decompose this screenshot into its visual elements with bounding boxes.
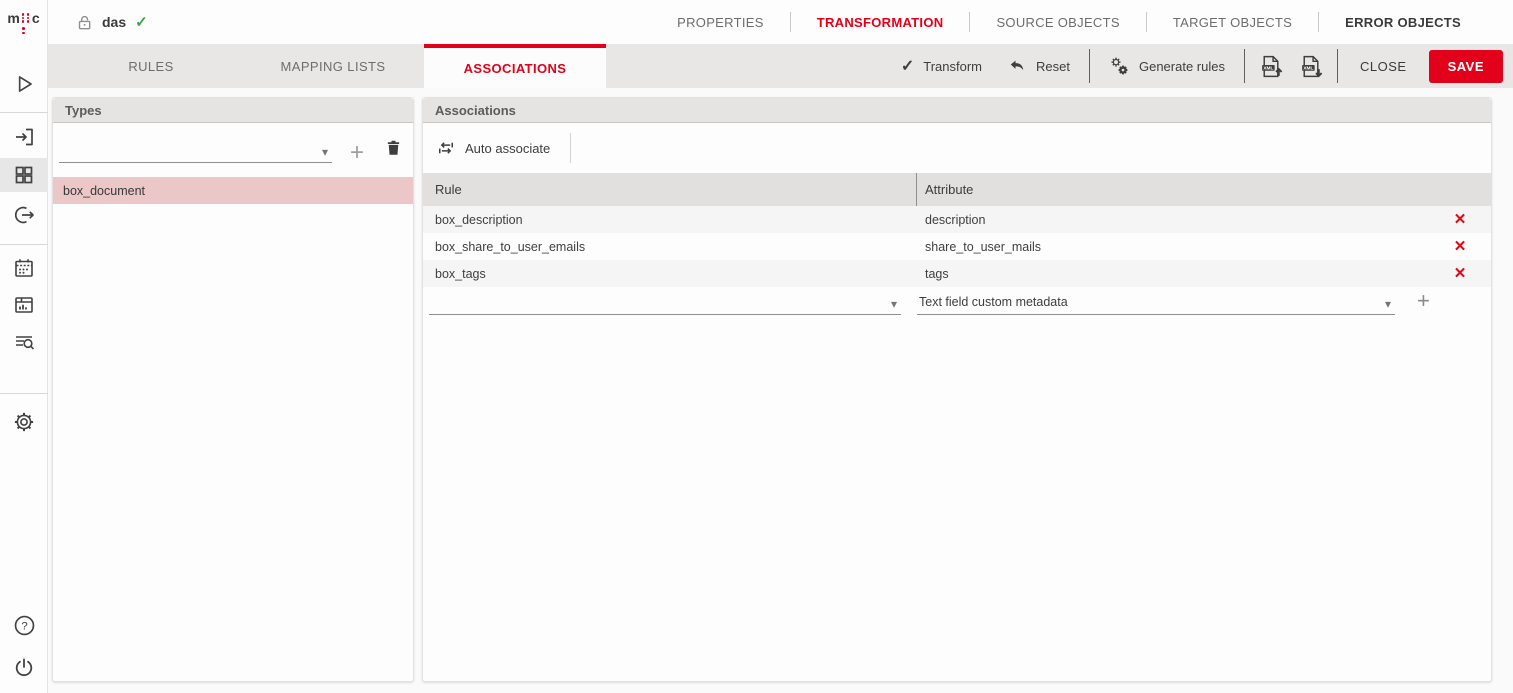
search-list-icon[interactable]: [0, 330, 48, 354]
auto-associate-button[interactable]: Auto associate: [436, 138, 550, 158]
scheduler-calendar-icon[interactable]: [0, 256, 48, 280]
reset-label: Reset: [1036, 59, 1070, 74]
new-association-row: ▾ Text field custom metadata ▾ +: [423, 289, 1491, 319]
import-icon[interactable]: [0, 125, 48, 149]
new-rule-select[interactable]: ▾: [429, 289, 901, 315]
power-logout-icon[interactable]: [0, 656, 48, 680]
dashboard-grid-icon[interactable]: [0, 163, 48, 187]
run-icon[interactable]: [0, 71, 48, 97]
import-xml-button[interactable]: XML: [1251, 44, 1291, 88]
main-nav: PROPERTIES TRANSFORMATION SOURCE OBJECTS…: [651, 12, 1513, 32]
logo-dots-icon: [22, 13, 30, 23]
nav-transformation[interactable]: TRANSFORMATION: [791, 15, 970, 30]
tab-associations[interactable]: ASSOCIATIONS: [424, 44, 606, 88]
delete-type-button[interactable]: [384, 138, 403, 163]
svg-text:?: ?: [21, 621, 27, 633]
sidebar-divider: [0, 112, 48, 113]
unlocked-icon: [76, 14, 93, 31]
tab-mapping-lists[interactable]: MAPPING LISTS: [242, 44, 424, 88]
attribute-cell: tags: [917, 267, 1429, 281]
nav-target-objects[interactable]: TARGET OBJECTS: [1147, 15, 1318, 30]
delete-association-button[interactable]: ✕: [1454, 212, 1467, 227]
svg-text:XML: XML: [1303, 65, 1313, 71]
rule-cell: box_tags: [423, 260, 917, 287]
types-controls: ▾ +: [53, 123, 413, 175]
nav-error-objects[interactable]: ERROR OBJECTS: [1319, 15, 1487, 30]
transform-button[interactable]: ✓ Transform: [888, 44, 995, 88]
auto-associate-label: Auto associate: [465, 141, 550, 156]
save-button[interactable]: SAVE: [1429, 50, 1503, 83]
logo-letter-c: c: [32, 10, 40, 26]
chevron-down-icon: ▾: [322, 145, 328, 159]
type-list-item[interactable]: box_document: [53, 177, 413, 204]
gears-icon: [1109, 56, 1130, 77]
association-row[interactable]: box_description description ✕: [423, 206, 1491, 233]
associations-panel-header: Associations: [423, 98, 1491, 123]
tab-rules[interactable]: RULES: [60, 44, 242, 88]
delete-association-button[interactable]: ✕: [1454, 266, 1467, 281]
new-attribute-select-value: Text field custom metadata: [919, 295, 1068, 309]
trash-icon: [384, 138, 403, 158]
attribute-cell: share_to_user_mails: [917, 240, 1429, 254]
topbar: das ✓ PROPERTIES TRANSFORMATION SOURCE O…: [48, 0, 1513, 44]
reset-button[interactable]: Reset: [995, 44, 1083, 88]
document-title-group: das ✓: [48, 13, 148, 31]
type-select[interactable]: ▾: [59, 137, 332, 163]
tabs: RULES MAPPING LISTS ASSOCIATIONS: [60, 44, 606, 88]
add-association-button[interactable]: +: [1417, 289, 1430, 313]
app-logo[interactable]: m c: [0, 0, 47, 44]
column-header-attribute[interactable]: Attribute: [917, 182, 1429, 197]
nav-properties[interactable]: PROPERTIES: [651, 15, 790, 30]
undo-arrow-icon: [1008, 57, 1027, 76]
sidebar: m c ?: [0, 0, 48, 693]
associations-panel: Associations Auto associate Rule Attribu…: [422, 97, 1492, 682]
export-icon[interactable]: [0, 203, 48, 227]
sidebar-divider: [0, 244, 48, 245]
associations-table-header: Rule Attribute: [423, 173, 1491, 206]
logo-letter-m: m: [7, 10, 19, 26]
chevron-down-icon: ▾: [1385, 297, 1391, 311]
help-icon[interactable]: ?: [0, 613, 48, 638]
logo-tail-dots-icon: [22, 27, 25, 34]
transform-label: Transform: [923, 59, 982, 74]
rule-cell: box_description: [423, 206, 917, 233]
association-row[interactable]: box_tags tags ✕: [423, 260, 1491, 287]
rule-cell: box_share_to_user_emails: [423, 233, 917, 260]
settings-gear-icon[interactable]: [0, 410, 48, 434]
types-panel-header: Types: [53, 98, 413, 123]
add-type-button[interactable]: +: [350, 143, 364, 163]
dashboard-report-icon[interactable]: [0, 293, 48, 317]
generate-rules-label: Generate rules: [1139, 59, 1225, 74]
subtoolbar-divider: [570, 133, 571, 163]
delete-association-button[interactable]: ✕: [1454, 239, 1467, 254]
nav-source-objects[interactable]: SOURCE OBJECTS: [970, 15, 1145, 30]
column-header-rule[interactable]: Rule: [423, 173, 917, 206]
types-panel: Types ▾ + box_document: [52, 97, 414, 682]
toolbar-divider: [1337, 49, 1338, 83]
close-button[interactable]: CLOSE: [1344, 59, 1423, 74]
associations-subtoolbar: Auto associate: [423, 123, 1491, 173]
generate-rules-button[interactable]: Generate rules: [1096, 44, 1238, 88]
tab-toolbar-row: RULES MAPPING LISTS ASSOCIATIONS ✓ Trans…: [48, 44, 1513, 88]
chevron-down-icon: ▾: [891, 297, 897, 311]
toolbar-divider: [1244, 49, 1245, 83]
valid-check-icon: ✓: [135, 13, 148, 31]
compare-arrows-icon: [436, 138, 456, 158]
attribute-cell: description: [917, 213, 1429, 227]
sidebar-divider: [0, 393, 48, 394]
transform-check-icon: ✓: [901, 56, 914, 76]
toolbar: ✓ Transform Reset Generate rules XML: [888, 44, 1513, 88]
export-xml-button[interactable]: XML: [1291, 44, 1331, 88]
new-attribute-select[interactable]: Text field custom metadata ▾: [917, 289, 1395, 315]
toolbar-divider: [1089, 49, 1090, 83]
svg-text:XML: XML: [1263, 65, 1273, 71]
association-row[interactable]: box_share_to_user_emails share_to_user_m…: [423, 233, 1491, 260]
document-title: das: [102, 14, 126, 30]
